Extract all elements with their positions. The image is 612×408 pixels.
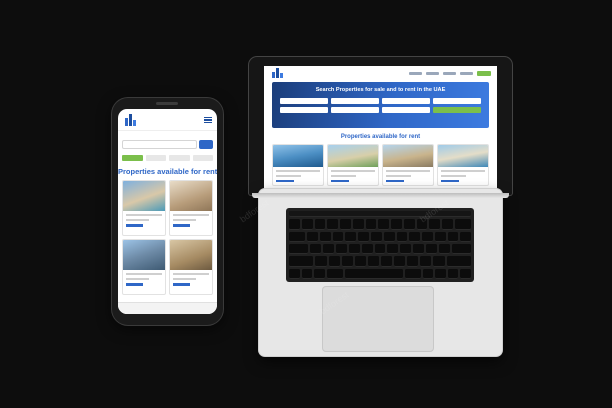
listing-card[interactable] [437,144,489,186]
hamburger-menu-icon[interactable] [204,116,212,123]
phone-section-title: Properties available for rent [118,167,217,176]
phone-tab[interactable] [145,155,166,161]
phone-search-input[interactable] [122,139,197,149]
search-field[interactable] [382,107,430,113]
search-field[interactable] [382,98,430,104]
search-field[interactable] [280,107,328,113]
listing-photo [383,145,433,167]
search-field[interactable] [331,107,379,113]
phone-bottom-bar [118,302,217,314]
listing-photo [438,145,488,167]
listing-photo [273,145,323,167]
listing-card[interactable] [382,144,434,186]
listing-card[interactable] [169,239,213,295]
hero-search-form [272,93,489,113]
phone-search-button[interactable] [199,139,213,149]
phone-screen: Properties available for rent [118,109,217,314]
phone-listing-grid [118,176,217,295]
logo-icon[interactable] [270,68,288,78]
search-field[interactable] [433,98,481,104]
phone-device: Properties available for rent [112,98,223,325]
phone-filter-tabs [118,151,217,161]
keyboard [286,208,474,282]
listing-card[interactable] [122,180,166,236]
listing-photo [170,240,212,270]
search-field[interactable] [331,98,379,104]
nav-link[interactable] [460,71,473,75]
logo-icon[interactable] [123,113,141,126]
listing-card[interactable] [169,180,213,236]
phone-header [118,109,217,131]
laptop-screen: Search Properties for sale and to rent i… [264,66,497,189]
phone-tab-active[interactable] [122,155,143,161]
phone-speaker [156,102,178,105]
listing-card[interactable] [327,144,379,186]
laptop-hinge [252,193,509,198]
laptop-listing-grid [264,140,497,186]
touch-bar [289,211,471,218]
search-button[interactable] [433,107,481,113]
laptop-navbar [264,66,497,80]
phone-tab[interactable] [192,155,213,161]
listing-card[interactable] [272,144,324,186]
laptop-lid: Search Properties for sale and to rent i… [249,57,512,195]
nav-cta-button[interactable] [477,70,491,76]
nav-link[interactable] [409,71,422,75]
hero-search-banner: Search Properties for sale and to rent i… [272,82,489,128]
laptop-base [259,189,502,356]
device-mockup: Properties available for rent Search Pro… [0,0,612,408]
phone-tab[interactable] [169,155,190,161]
listing-photo [123,181,165,211]
nav-link[interactable] [443,71,456,75]
listing-photo [170,181,212,211]
phone-search-bar [122,137,213,151]
listing-photo [123,240,165,270]
search-field[interactable] [280,98,328,104]
nav-link[interactable] [426,71,439,75]
listing-card[interactable] [122,239,166,295]
listing-photo [328,145,378,167]
